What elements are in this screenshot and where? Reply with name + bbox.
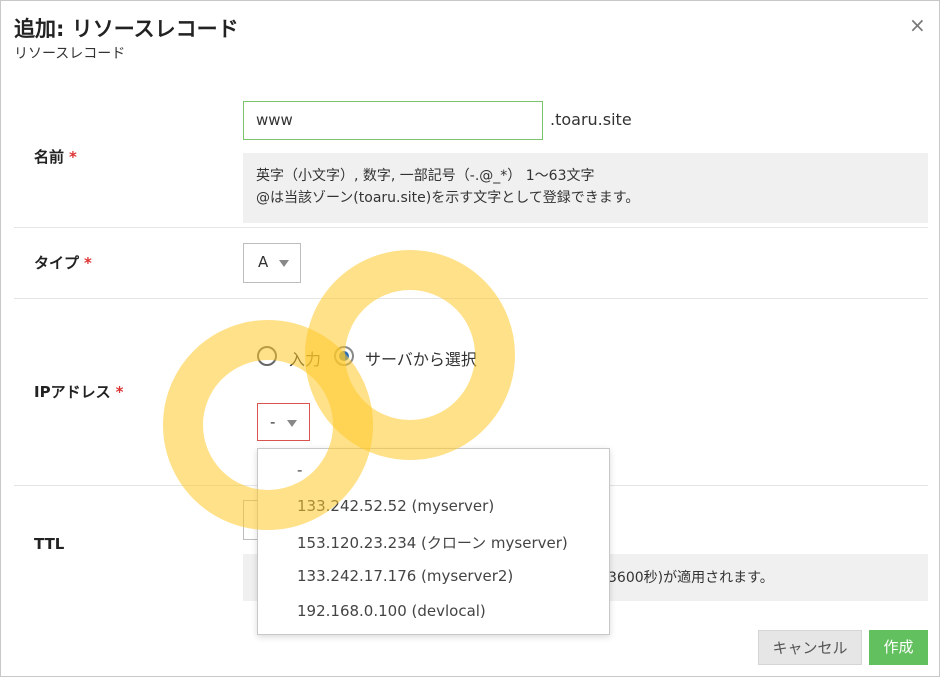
ip-address-label: IPアドレス * [34,383,124,401]
required-mark: * [69,148,77,166]
dropdown-option[interactable]: 192.168.0.100 (devlocal) [297,602,486,620]
ttl-help-visible-text: 3600秒)が適用されます。 [608,570,774,586]
dropdown-option[interactable]: 153.120.23.234 (クローン myserver) [297,532,568,553]
ip-server-select[interactable]: - [257,403,310,441]
radio-select-server[interactable] [334,346,354,366]
radio-select-server-label: サーバから選択 [365,350,477,369]
ip-select-value: - [270,413,276,431]
divider [14,227,928,228]
add-resource-record-dialog: 追加: リソースレコード リソースレコード × 名前 * www .toaru.s… [0,0,940,677]
create-button[interactable]: 作成 [869,630,928,665]
name-help-text: 英字（小文字）, 数字, 一部記号（-.@_*） 1〜63文字 @は当該ゾーン(… [243,153,928,223]
close-icon[interactable]: × [909,13,926,37]
required-mark: * [115,383,124,401]
ip-server-dropdown-list: - 133.242.52.52 (myserver) 153.120.23.23… [257,448,610,635]
required-mark: * [84,254,92,272]
cancel-button[interactable]: キャンセル [758,630,862,665]
zone-suffix: .toaru.site [550,110,632,129]
name-help-line-2: @は当該ゾーン(toaru.site)を示す文字として登録できます。 [256,190,640,206]
type-label: タイプ * [34,254,92,272]
name-help-line-1: 英字（小文字）, 数字, 一部記号（-.@_*） 1〜63文字 [256,168,595,184]
type-select[interactable]: A [243,243,301,283]
chevron-down-icon [287,420,297,427]
dialog-title: 追加: リソースレコード [14,17,239,41]
chevron-down-icon [279,260,289,267]
dropdown-option[interactable]: 133.242.17.176 (myserver2) [297,567,513,585]
radio-input[interactable] [257,346,277,366]
name-label: 名前 * [34,148,77,166]
dropdown-option[interactable]: - [297,461,302,479]
name-input[interactable]: www [243,101,543,140]
divider [14,298,928,299]
dialog-subtitle: リソースレコード [14,46,126,62]
dropdown-option[interactable]: 133.242.52.52 (myserver) [297,497,494,515]
ttl-label: TTL [34,535,65,553]
radio-input-label: 入力 [289,350,322,369]
type-select-value: A [258,253,269,271]
